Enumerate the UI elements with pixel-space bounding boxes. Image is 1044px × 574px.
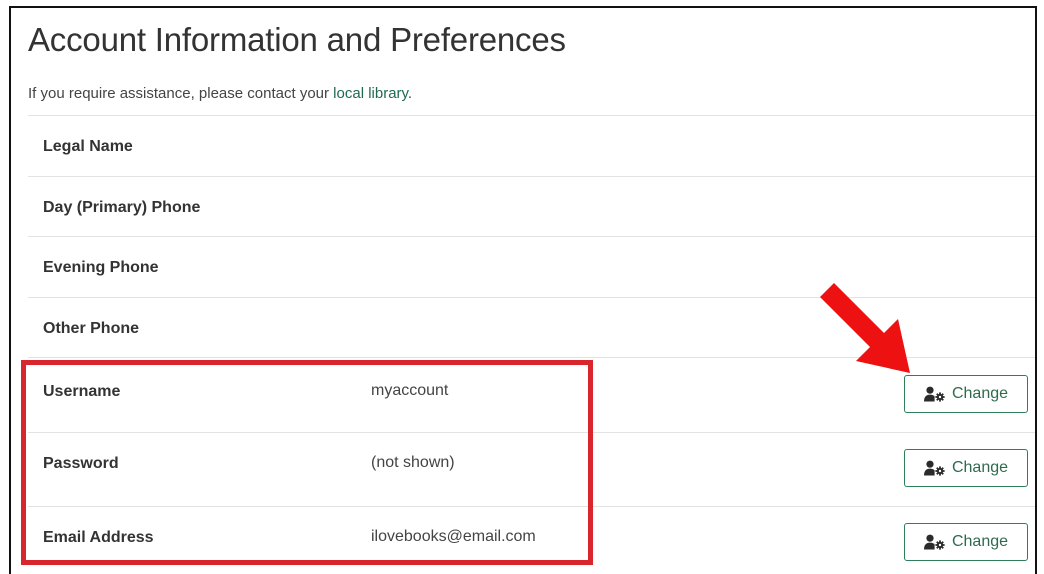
row-label: Email Address [43,529,154,546]
change-email-button[interactable]: Change [904,523,1028,561]
change-button-label: Change [951,533,1009,550]
row-label: Other Phone [43,320,140,337]
page-title: Account Information and Preferences [28,21,566,58]
user-gear-icon [923,460,946,476]
row-label: Legal Name [43,138,133,155]
assistance-prefix: If you require assistance, please contac… [28,85,334,102]
row-label: Password [43,455,119,472]
row-label: Evening Phone [43,259,159,276]
change-password-button[interactable]: Change [904,449,1028,487]
email-value: ilovebooks@email.com [371,528,536,545]
row-label: Username [43,383,121,400]
assistance-suffix: . [407,85,413,102]
change-username-button[interactable]: Change [904,375,1028,413]
row-day-phone: Day (Primary) Phone [28,176,1035,236]
user-gear-icon [923,386,946,402]
arrow-icon [820,283,912,380]
username-value: myaccount [371,382,449,399]
row-label: Day (Primary) Phone [43,199,201,216]
row-email: Email Address ilovebooks@email.com [28,506,1035,574]
user-gear-icon [923,534,946,550]
assistance-text: If you require assistance, please contac… [28,85,412,102]
row-legal-name: Legal Name [28,115,1035,176]
local-library-link[interactable]: local library [333,85,408,102]
password-value: (not shown) [371,454,455,471]
change-button-label: Change [951,459,1009,476]
row-password: Password (not shown) [28,432,1035,506]
change-button-label: Change [951,385,1009,402]
